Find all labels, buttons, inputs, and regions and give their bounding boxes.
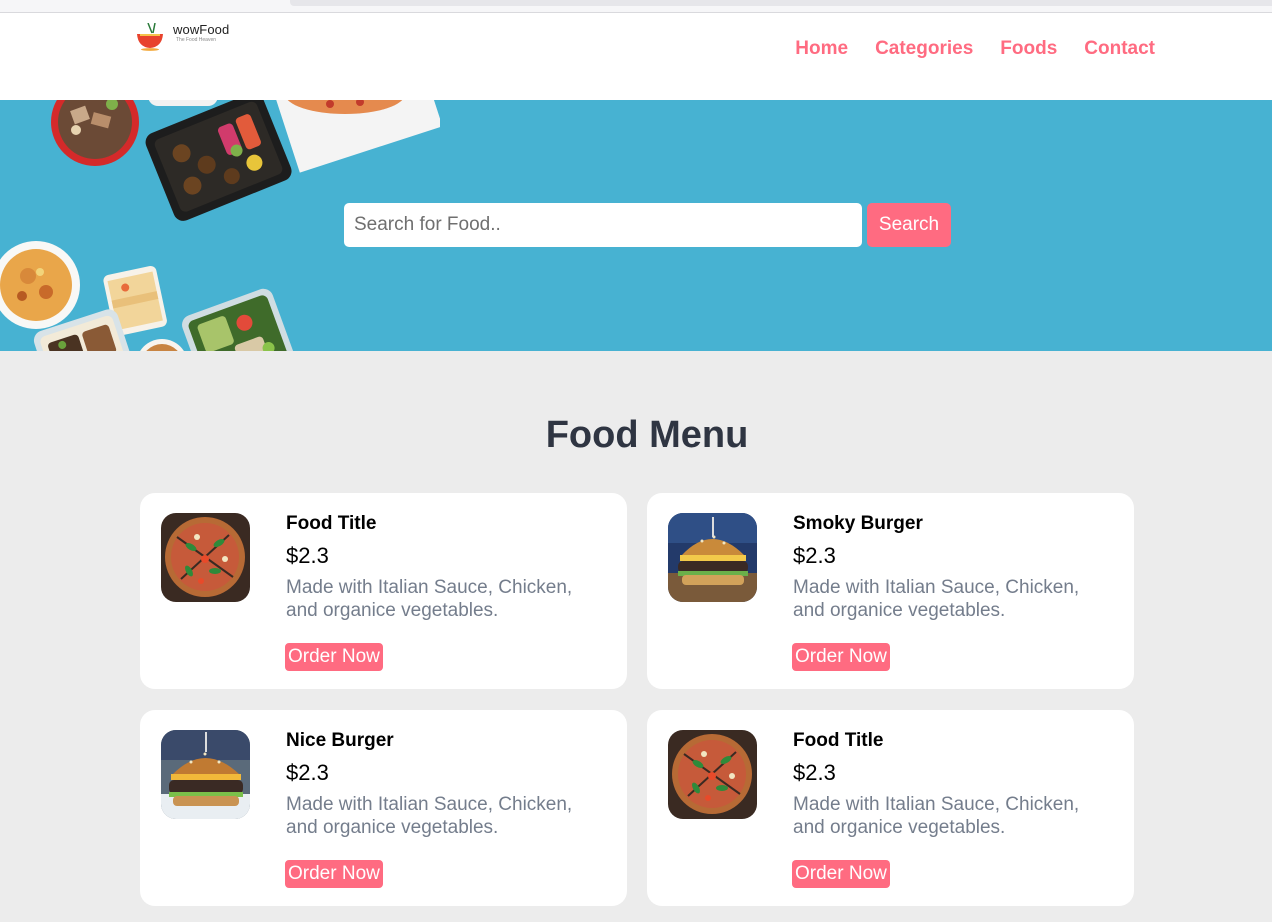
brand-tagline: The Food Heaven (176, 37, 217, 43)
brand-name: wowFood (173, 22, 230, 37)
nav-home[interactable]: Home (795, 38, 848, 60)
burger-image (668, 513, 757, 602)
order-now-button[interactable]: Order Now (792, 643, 890, 671)
food-price: $2.3 (793, 760, 836, 785)
order-now-button[interactable]: Order Now (285, 860, 383, 888)
food-description: Made with Italian Sauce, Chicken, and or… (286, 794, 573, 838)
nav-categories[interactable]: Categories (875, 38, 973, 60)
food-description: Made with Italian Sauce, Chicken, and or… (793, 794, 1080, 838)
order-now-button[interactable]: Order Now (285, 643, 383, 671)
pizza-image (668, 730, 757, 819)
main-nav: Home Categories Foods Contact (795, 38, 1155, 60)
food-title: Food Title (286, 513, 377, 534)
navbar: wowFood The Food Heaven Home Categories … (0, 13, 1272, 100)
food-description: Made with Italian Sauce, Chicken, and or… (286, 577, 573, 621)
section-title: Food Menu (545, 414, 749, 456)
hero-search-section: Search (0, 100, 1272, 351)
browser-scroll-track (290, 0, 1272, 6)
food-price: $2.3 (286, 543, 329, 568)
burger-image (161, 730, 250, 819)
menu-card: Food Title $2.3 Made with Italian Sauce,… (647, 710, 1134, 906)
food-title: Smoky Burger (793, 513, 923, 534)
food-title: Food Title (793, 730, 884, 751)
nav-contact[interactable]: Contact (1084, 38, 1155, 60)
bowl-logo-icon (137, 23, 163, 51)
pizza-image (161, 513, 250, 602)
food-description: Made with Italian Sauce, Chicken, and or… (793, 577, 1080, 621)
nav-foods[interactable]: Foods (1000, 38, 1057, 60)
food-title: Nice Burger (286, 730, 394, 751)
menu-card: Smoky Burger $2.3 Made with Italian Sauc… (647, 493, 1134, 689)
logo[interactable]: wowFood The Food Heaven (134, 13, 244, 53)
search-button[interactable]: Search (867, 203, 951, 247)
food-price: $2.3 (793, 543, 836, 568)
browser-top-strip (0, 0, 1272, 13)
order-now-button[interactable]: Order Now (792, 860, 890, 888)
menu-card: Nice Burger $2.3 Made with Italian Sauce… (140, 710, 627, 906)
menu-card: Food Title $2.3 Made with Italian Sauce,… (140, 493, 627, 689)
search-input[interactable] (344, 203, 862, 247)
food-price: $2.3 (286, 760, 329, 785)
